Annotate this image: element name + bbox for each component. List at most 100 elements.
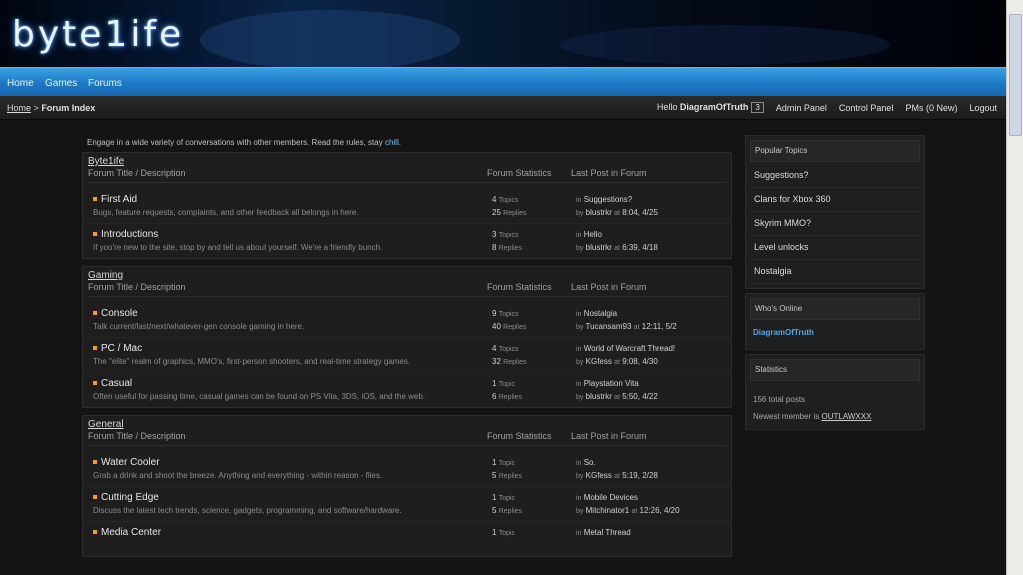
topic-number: 4 — [492, 344, 497, 353]
topic-count: 9 Topics — [492, 309, 519, 318]
last-post-meta: by KGfess at 5:19, 2/28 — [576, 471, 658, 480]
forum-description: Grab a drink and shoot the breeze. Anyth… — [93, 471, 383, 480]
username[interactable]: DiagramOfTruth — [680, 102, 749, 112]
notification-badge[interactable]: 3 — [751, 102, 764, 113]
nav-forums[interactable]: Forums — [88, 78, 122, 89]
forum-name[interactable]: Water Cooler — [93, 457, 160, 468]
forum-row: Cutting Edge Discuss the latest tech tren… — [83, 486, 731, 521]
col-last-post: Last Post in Forum — [571, 431, 647, 441]
pms-link[interactable]: PMs (0 New) — [905, 103, 957, 113]
site-logo[interactable]: byte1ife — [12, 14, 184, 55]
reply-label: Replies — [503, 324, 527, 331]
col-last-post: Last Post in Forum — [571, 282, 647, 292]
reply-number: 32 — [492, 357, 501, 366]
at-label: at — [614, 394, 620, 401]
last-post-title[interactable]: Suggestions? — [584, 195, 632, 204]
col-forum-title: Forum Title / Description — [88, 282, 186, 292]
last-post-title[interactable]: Mobile Devices — [584, 493, 638, 502]
last-post-meta: by Tucansam93 at 12:11, 5/2 — [576, 322, 677, 331]
reply-count: 8 Replies — [492, 243, 522, 252]
forum-row: Water Cooler Grab a drink and shoot the b… — [83, 452, 731, 486]
whos-online-panel: Who's Online DiagramOfTruth — [745, 293, 925, 350]
col-forum-stats: Forum Statistics — [487, 431, 552, 441]
last-post-topic: in Mobile Devices — [576, 493, 638, 502]
last-post-author[interactable]: Tucansam93 — [585, 322, 631, 331]
breadcrumb-home[interactable]: Home — [7, 103, 31, 113]
intro-text: Engage in a wide variety of conversation… — [82, 133, 732, 152]
forum-row: PC / Mac The "elite" realm of graphics, M… — [83, 337, 731, 372]
by-label: by — [576, 245, 584, 252]
topic-count: 4 Topics — [492, 344, 519, 353]
popular-topic-item[interactable]: Level unlocks — [750, 236, 920, 260]
logout-link[interactable]: Logout — [969, 103, 997, 113]
forum-row: First Aid Bugs, feature requests, complai… — [83, 189, 731, 223]
popular-topic-item[interactable]: Suggestions? — [750, 164, 920, 188]
nav-games[interactable]: Games — [45, 78, 77, 89]
forum-name[interactable]: Console — [93, 308, 138, 319]
forum-name[interactable]: First Aid — [93, 194, 137, 205]
breadcrumb: Home > Forum Index — [7, 103, 95, 113]
last-post-meta: by blustrkr at 6:39, 4/18 — [576, 243, 658, 252]
at-label: at — [614, 473, 620, 480]
category-title[interactable]: General — [88, 419, 726, 431]
topic-label: Topics — [498, 197, 519, 204]
col-forum-stats: Forum Statistics — [487, 282, 552, 292]
category-title[interactable]: Byte1ife — [88, 156, 726, 168]
last-post-title[interactable]: So. — [584, 458, 596, 467]
forum-name[interactable]: Casual — [93, 378, 132, 389]
forum-name[interactable]: Introductions — [93, 229, 158, 240]
online-user[interactable]: DiagramOfTruth — [750, 320, 920, 345]
category-title[interactable]: Gaming — [88, 270, 726, 282]
intro-end: . — [398, 138, 401, 147]
last-post-author[interactable]: blustrkr — [586, 243, 612, 252]
greeting-text: Hello — [656, 102, 678, 112]
category-header: Byte1ife Forum Title / Description Forum S… — [83, 153, 731, 183]
by-label: by — [576, 473, 584, 480]
last-post-author[interactable]: KGfess — [586, 357, 612, 366]
in-label: in — [576, 311, 582, 318]
category-list: Byte1ife Forum Title / Description Forum S… — [82, 152, 732, 557]
intro-highlight[interactable]: chill — [385, 138, 399, 147]
last-post-topic: in Nostalgia — [576, 309, 617, 318]
popular-topic-item[interactable]: Nostalgia — [750, 260, 920, 284]
last-post-title[interactable]: Nostalgia — [584, 309, 617, 318]
reply-count: 25 Replies — [492, 208, 527, 217]
last-post-title[interactable]: Playstation Vita — [584, 379, 639, 388]
last-post-author[interactable]: blustrkr — [586, 208, 612, 217]
scrollbar-thumb[interactable] — [1009, 14, 1022, 136]
sub-bar: Home > Forum Index Hello DiagramOfTruth 3… — [0, 96, 1007, 120]
vertical-scrollbar[interactable] — [1006, 0, 1023, 575]
at-label: at — [633, 324, 640, 331]
reply-number: 5 — [492, 506, 497, 515]
topic-label: Topic — [498, 495, 516, 502]
intro-body: Engage in a wide variety of conversation… — [87, 138, 383, 147]
user-bar: Hello DiagramOfTruth 3 Admin Panel Contro… — [657, 102, 997, 113]
forum-name[interactable]: Cutting Edge — [93, 492, 159, 503]
last-post-topic: in So. — [576, 458, 596, 467]
last-post-author[interactable]: KGfess — [586, 471, 612, 480]
last-post-time: 8:04, 4/25 — [622, 208, 658, 217]
popular-topic-item[interactable]: Skyrim MMO? — [750, 212, 920, 236]
by-label: by — [576, 210, 584, 217]
forum-name[interactable]: PC / Mac — [93, 343, 142, 354]
by-label: by — [576, 394, 584, 401]
last-post-author[interactable]: blustrkr — [586, 392, 612, 401]
last-post-topic: in Playstation Vita — [576, 379, 639, 388]
last-post-title[interactable]: Metal Thread — [584, 528, 631, 537]
nav-home[interactable]: Home — [7, 78, 34, 89]
last-post-title[interactable]: World of Warcraft Thread! — [584, 344, 675, 353]
last-post-title[interactable]: Hello — [584, 230, 602, 239]
last-post-author[interactable]: Mitchinator1 — [586, 506, 630, 515]
topic-label: Topics — [498, 311, 519, 318]
topic-number: 1 — [492, 379, 497, 388]
topic-number: 3 — [492, 230, 497, 239]
forum-description: Bugs, feature requests, complaints, and … — [93, 208, 359, 217]
control-panel-link[interactable]: Control Panel — [839, 103, 894, 113]
admin-panel-link[interactable]: Admin Panel — [776, 103, 827, 113]
reply-number: 40 — [492, 322, 501, 331]
forum-name[interactable]: Media Center — [93, 527, 161, 538]
reply-label: Replies — [503, 210, 527, 217]
newest-member-link[interactable]: OUTLAWXXX — [821, 412, 871, 421]
column-headers: Forum Title / Description Forum Statistic… — [88, 168, 726, 183]
popular-topic-item[interactable]: Clans for Xbox 360 — [750, 188, 920, 212]
